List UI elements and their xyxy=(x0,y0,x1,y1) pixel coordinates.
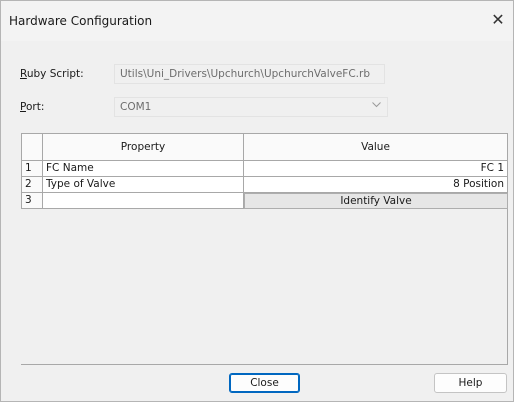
value-column-header[interactable]: Value xyxy=(244,133,508,161)
grid-row: 1 FC Name FC 1 xyxy=(21,161,508,177)
port-select-value: COM1 xyxy=(120,101,152,113)
value-cell[interactable]: FC 1 xyxy=(244,161,508,177)
property-cell[interactable] xyxy=(43,193,244,209)
properties-grid: Property Value 1 FC Name FC 1 2 Type of … xyxy=(21,133,508,365)
property-column-header[interactable]: Property xyxy=(43,133,244,161)
property-cell[interactable]: FC Name xyxy=(43,161,244,177)
close-icon[interactable]: ✕ xyxy=(487,9,509,31)
property-cell[interactable]: Type of Valve xyxy=(43,177,244,193)
grid-row: 2 Type of Valve 8 Position xyxy=(21,177,508,193)
grid-corner-header xyxy=(21,133,43,161)
ruby-script-field: Utils\Uni_Drivers\Upchurch\UpchurchValve… xyxy=(114,64,385,84)
ruby-script-label-text: uby Script: xyxy=(26,68,84,80)
chevron-down-icon xyxy=(372,100,381,111)
row-number: 2 xyxy=(21,177,43,193)
ruby-script-label: Ruby Script: xyxy=(20,68,84,80)
ruby-script-label-mnemonic: R xyxy=(20,68,27,80)
help-button[interactable]: Help xyxy=(434,373,507,393)
hardware-configuration-dialog: Hardware Configuration ✕ Ruby Script: Ut… xyxy=(0,0,514,402)
row-number: 1 xyxy=(21,161,43,177)
row-number: 3 xyxy=(21,193,43,209)
port-label: Port: xyxy=(20,101,44,113)
grid-row: 3 Identify Valve xyxy=(21,193,508,209)
identify-valve-button[interactable]: Identify Valve xyxy=(244,193,508,209)
port-label-text: ort: xyxy=(25,101,45,113)
window-title: Hardware Configuration xyxy=(9,14,153,28)
value-cell[interactable]: 8 Position xyxy=(244,177,508,193)
port-select[interactable]: COM1 xyxy=(114,97,388,117)
close-button[interactable]: Close xyxy=(229,373,300,393)
title-bar: Hardware Configuration ✕ xyxy=(1,1,513,41)
